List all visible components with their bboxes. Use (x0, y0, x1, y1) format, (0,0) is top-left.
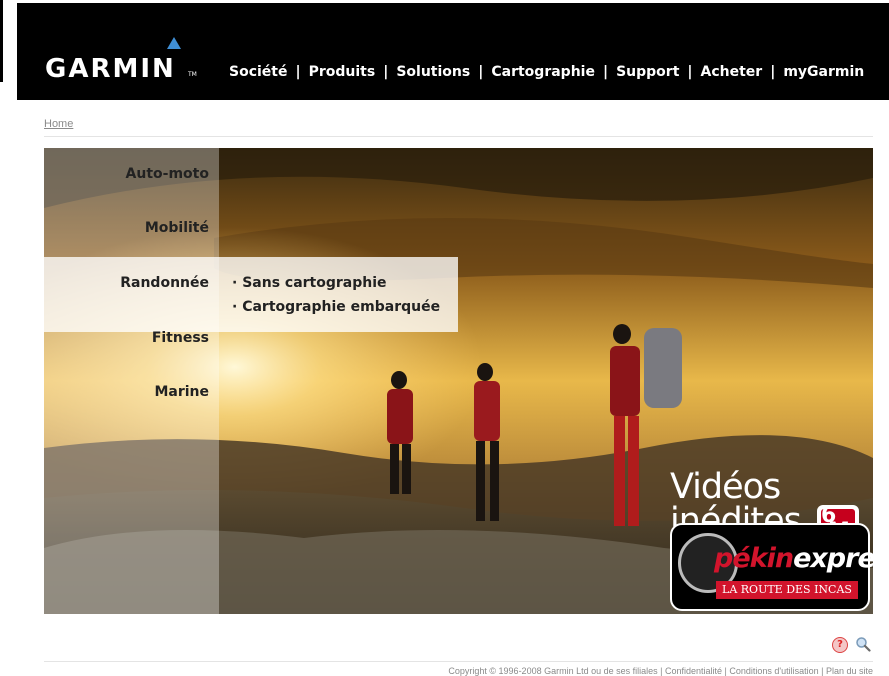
nav-item-mygarmin[interactable]: myGarmin (783, 64, 864, 80)
logo-trademark: TM (188, 71, 197, 78)
left-edge-bar (0, 0, 3, 82)
category-marine[interactable]: Marine (44, 384, 209, 400)
submenu-cartographie-embarquee[interactable]: · Cartographie embarquée (232, 299, 440, 315)
logo-triangle-icon (167, 37, 181, 49)
pekin-express-badge[interactable]: pékinexpress LA ROUTE DES INCAS (670, 523, 873, 611)
nav-item-solutions[interactable]: Solutions (396, 64, 470, 80)
nav-item-acheter[interactable]: Acheter (701, 64, 763, 80)
nav-separator: | (478, 64, 484, 80)
category-mobilite[interactable]: Mobilité (44, 220, 209, 236)
category-randonnee[interactable]: Randonnée (44, 275, 209, 291)
nav-item-cartographie[interactable]: Cartographie (491, 64, 595, 80)
site-header: GARMIN TM Société | Produits | Solutions | Car… (17, 3, 889, 100)
hero-banner[interactable]: Auto-moto Mobilité Randonnée Fitness Mar… (44, 148, 873, 614)
pekin-express-logo: pékinexpress (714, 543, 873, 574)
footer-copyright: Copyright © 1996-2008 Garmin Ltd ou de s… (448, 666, 873, 676)
promo-title-line1[interactable]: Vidéos (670, 470, 781, 505)
pekin-word-part2: express (793, 543, 873, 574)
logo-text: GARMIN (45, 54, 176, 84)
category-panel (44, 148, 219, 614)
nav-separator: | (770, 64, 776, 80)
category-auto-moto[interactable]: Auto-moto (44, 166, 209, 182)
nav-item-produits[interactable]: Produits (309, 64, 376, 80)
pekin-word-part1: pékin (714, 543, 794, 574)
nav-separator: | (295, 64, 301, 80)
magnifier-icon[interactable] (855, 636, 871, 652)
breadcrumb-divider (44, 136, 873, 137)
footer-divider (44, 661, 873, 662)
category-fitness[interactable]: Fitness (44, 330, 209, 346)
breadcrumb-home-link[interactable]: Home (44, 118, 73, 130)
nav-separator: | (687, 64, 693, 80)
nav-separator: | (602, 64, 609, 80)
nav-item-support[interactable]: Support (616, 64, 679, 80)
active-category-highlight (44, 257, 458, 332)
submenu-sans-cartographie[interactable]: · Sans cartographie (232, 275, 387, 291)
help-icon[interactable]: ? (832, 637, 848, 653)
main-navigation: Société | Produits | Solutions | Cartographie |… (229, 64, 864, 80)
breadcrumb: Home (44, 118, 73, 130)
pekin-tagline: LA ROUTE DES INCAS (716, 581, 858, 599)
nav-separator: | (383, 64, 389, 80)
nav-item-societe[interactable]: Société (229, 64, 287, 80)
